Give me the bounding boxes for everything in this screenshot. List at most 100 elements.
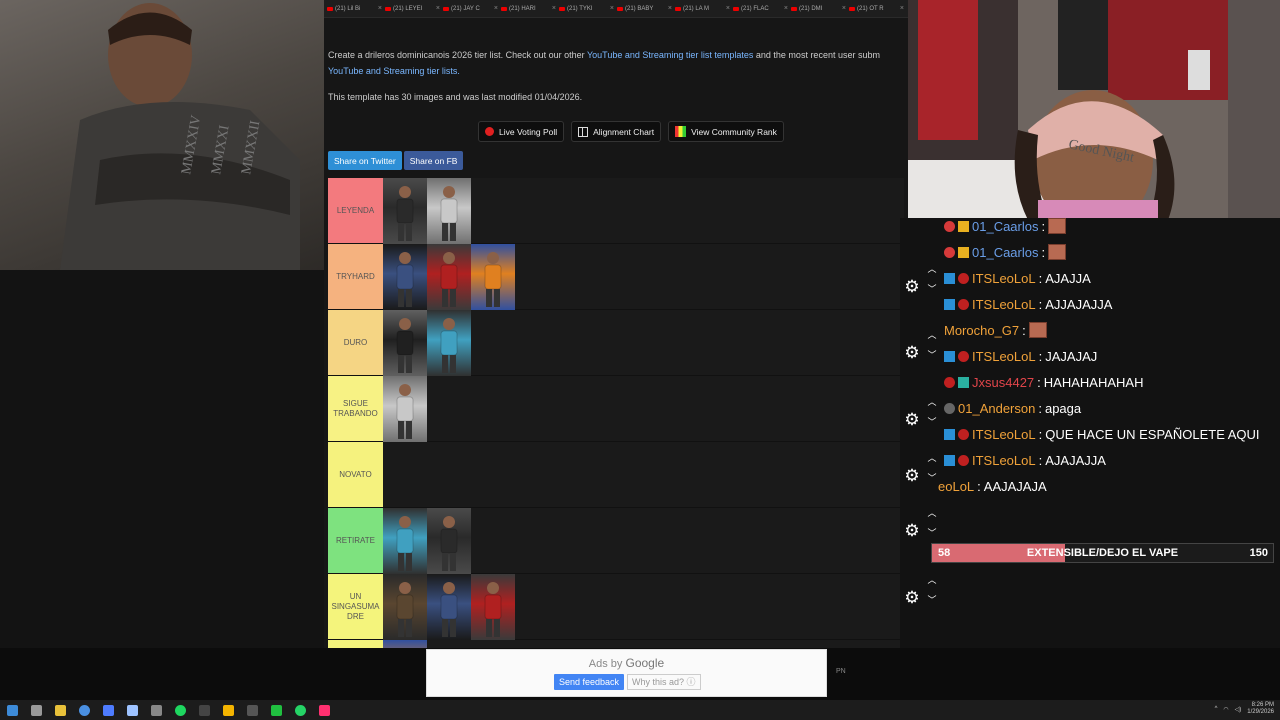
close-icon[interactable]: × <box>378 5 382 12</box>
file-explorer-icon[interactable] <box>48 700 72 720</box>
volume-icon[interactable]: ◁) <box>1235 706 1242 713</box>
why-this-ad-button[interactable]: Why this ad? ⓘ <box>627 674 701 690</box>
tier-image[interactable] <box>383 376 427 442</box>
tier-label[interactable]: UN SINGASUMA DRE <box>328 574 383 639</box>
tier-image[interactable] <box>427 310 471 376</box>
tier-label[interactable]: NOVATO <box>328 442 383 507</box>
browser-tab[interactable]: (21) JAY C × <box>443 2 498 15</box>
tier-label[interactable]: TRYHARD <box>328 244 383 309</box>
close-icon[interactable]: × <box>610 5 614 12</box>
gear-icon[interactable]: ⚙ <box>902 466 922 486</box>
browser-tab[interactable]: (21) Lil Bi × <box>327 2 382 15</box>
chat-separator: : <box>1038 296 1043 312</box>
search-icon[interactable] <box>24 700 48 720</box>
chat-username[interactable]: ITSLeoLoL <box>972 271 1036 286</box>
share-facebook-button[interactable]: Share on FB <box>403 151 464 170</box>
chat-username[interactable]: ITSLeoLoL <box>972 349 1036 364</box>
close-icon[interactable]: × <box>668 5 672 12</box>
chat-username[interactable]: Jxsus4427 <box>972 375 1034 390</box>
browser-tab[interactable]: (21) DMI × <box>791 2 846 15</box>
chevron-up-icon[interactable]: ︿ <box>926 509 938 518</box>
tier-label[interactable]: LEYENDA <box>328 178 383 243</box>
chevron-up-icon[interactable]: ︿ <box>926 265 938 274</box>
gear-icon[interactable]: ⚙ <box>902 410 922 430</box>
share-twitter-button[interactable]: Share on Twitter <box>328 151 402 170</box>
tray-chevron-icon[interactable]: ^ <box>1215 706 1218 712</box>
tier-image[interactable] <box>383 244 427 310</box>
tier-label[interactable]: DURO <box>328 310 383 375</box>
close-icon[interactable]: × <box>552 5 556 12</box>
close-icon[interactable]: × <box>494 5 498 12</box>
send-feedback-button[interactable]: Send feedback <box>554 674 625 690</box>
chat-username[interactable]: 01_Caarlos <box>972 219 1039 234</box>
tier-image[interactable] <box>427 178 471 244</box>
tier-lists-link[interactable]: YouTube and Streaming tier lists. <box>328 66 460 76</box>
wifi-icon[interactable]: ◠ <box>1223 706 1228 713</box>
gear-icon[interactable]: ⚙ <box>902 277 922 297</box>
browser-tab[interactable]: (21) HARI × <box>501 2 556 15</box>
chat-username[interactable]: ITSLeoLoL <box>972 427 1036 442</box>
chat-username[interactable]: 01_Caarlos <box>972 245 1039 260</box>
chevron-down-icon[interactable]: ﹀ <box>926 474 938 483</box>
chevron-down-icon[interactable]: ﹀ <box>926 351 938 360</box>
chrome-canary-icon[interactable] <box>216 700 240 720</box>
spotify-icon[interactable] <box>168 700 192 720</box>
obs-icon[interactable] <box>240 700 264 720</box>
chevron-up-icon[interactable]: ︿ <box>926 576 938 585</box>
app-icon[interactable] <box>96 700 120 720</box>
browser-tab[interactable]: (21) OT R × <box>849 2 904 15</box>
close-icon[interactable]: × <box>726 5 730 12</box>
close-icon[interactable]: × <box>436 5 440 12</box>
chat-username[interactable]: 01_Anderson <box>958 401 1035 416</box>
chevron-up-icon[interactable]: ︿ <box>926 454 938 463</box>
tier-image[interactable] <box>427 508 471 574</box>
twitch-icon[interactable] <box>312 700 336 720</box>
terminal-icon[interactable] <box>192 700 216 720</box>
browser-tab[interactable]: (21) FLAC × <box>733 2 788 15</box>
gear-icon[interactable]: ⚙ <box>902 521 922 541</box>
emote-icon <box>1048 244 1067 260</box>
tier-image[interactable] <box>471 574 515 640</box>
chevron-down-icon[interactable]: ﹀ <box>926 418 938 427</box>
steam-icon[interactable] <box>120 700 144 720</box>
windows-icon[interactable] <box>0 700 24 720</box>
tier-label[interactable]: SIGUE TRABANDO <box>328 376 383 441</box>
browser-tab[interactable]: (21) TYKI × <box>559 2 614 15</box>
close-icon[interactable]: × <box>784 5 788 12</box>
tier-image[interactable] <box>383 178 427 244</box>
tier-image[interactable] <box>383 508 427 574</box>
whatsapp-icon[interactable] <box>288 700 312 720</box>
tier-image[interactable] <box>383 574 427 640</box>
tier-image[interactable] <box>427 244 471 310</box>
browser-tab[interactable]: (21) BABY × <box>617 2 672 15</box>
chevron-up-icon[interactable]: ︿ <box>926 331 938 340</box>
clock-time: 8:26 PM <box>1251 702 1274 708</box>
live-voting-poll-button[interactable]: Live Voting Poll <box>478 121 565 142</box>
chat-username[interactable]: eoLoL <box>938 479 974 494</box>
tier-label[interactable]: RETIRATE <box>328 508 383 573</box>
close-icon[interactable]: × <box>900 5 904 12</box>
tier-image[interactable] <box>383 310 427 376</box>
chat-username[interactable]: ITSLeoLoL <box>972 453 1036 468</box>
chrome-icon[interactable] <box>72 700 96 720</box>
chat-message: 01_Caarlos: <box>944 242 1069 262</box>
pen-icon[interactable] <box>144 700 168 720</box>
chat-username[interactable]: Morocho_G7 <box>944 323 1019 338</box>
templates-link[interactable]: YouTube and Streaming tier list template… <box>587 50 753 60</box>
tier-image[interactable] <box>471 244 515 310</box>
close-icon[interactable]: × <box>842 5 846 12</box>
chevron-down-icon[interactable]: ﹀ <box>926 596 938 605</box>
clock[interactable]: 8:26 PM 1/29/2026 <box>1247 702 1274 716</box>
tier-image[interactable] <box>427 574 471 640</box>
alignment-chart-button[interactable]: Alignment Chart <box>571 121 662 142</box>
community-rank-button[interactable]: View Community Rank <box>668 121 784 142</box>
gear-icon[interactable]: ⚙ <box>902 588 922 608</box>
browser-tab[interactable]: (21) LA M × <box>675 2 730 15</box>
green-app-icon[interactable] <box>264 700 288 720</box>
browser-tab[interactable]: (21) LEYEI × <box>385 2 440 15</box>
chevron-down-icon[interactable]: ﹀ <box>926 285 938 294</box>
chevron-up-icon[interactable]: ︿ <box>926 398 938 407</box>
chevron-down-icon[interactable]: ﹀ <box>926 529 938 538</box>
gear-icon[interactable]: ⚙ <box>902 343 922 363</box>
chat-username[interactable]: ITSLeoLoL <box>972 297 1036 312</box>
